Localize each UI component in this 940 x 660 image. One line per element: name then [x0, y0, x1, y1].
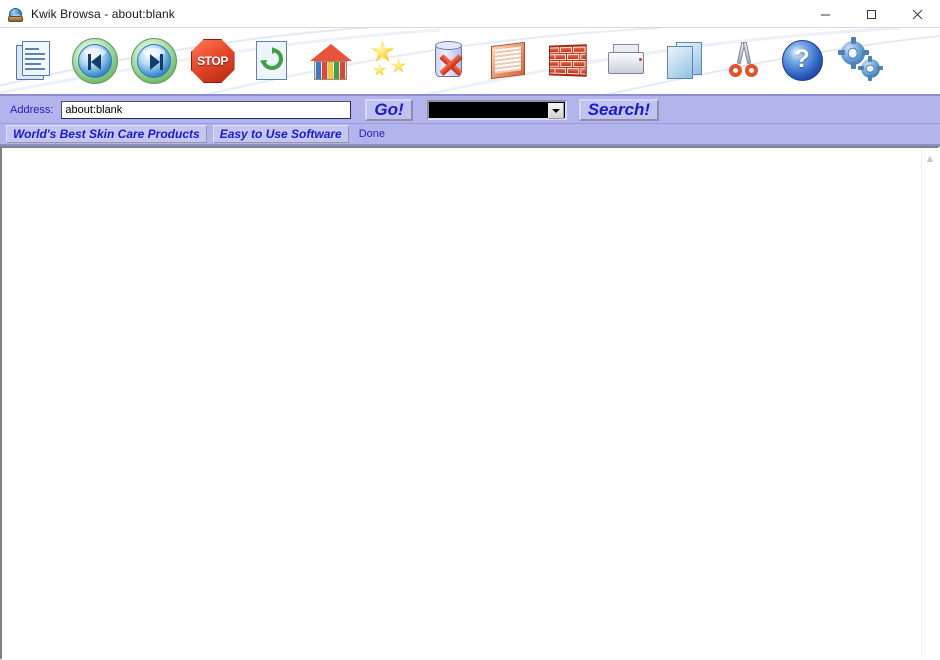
- scissors-icon: [721, 38, 767, 84]
- toolbar-button-settings[interactable]: [832, 31, 891, 91]
- minimize-icon[interactable]: [802, 0, 848, 28]
- link-easy-software[interactable]: Easy to Use Software: [212, 125, 349, 143]
- title-bar: Kwik Browsa - about:blank: [0, 0, 940, 28]
- stop-sign-icon: STOP: [190, 38, 236, 84]
- close-icon[interactable]: [894, 0, 940, 28]
- search-button[interactable]: Search!: [578, 98, 660, 121]
- browser-window: Kwik Browsa - about:blank STOP ? Address…: [0, 0, 940, 660]
- book-icon: [485, 38, 531, 84]
- help-question-icon: ?: [780, 38, 826, 84]
- toolbar-button-clear-cache[interactable]: [419, 31, 478, 91]
- toolbar-button-home[interactable]: [301, 31, 360, 91]
- toolbar-button-copy-page[interactable]: [655, 31, 714, 91]
- printer-icon: [603, 38, 649, 84]
- gears-icon: [837, 37, 885, 84]
- document-pages-icon: [13, 38, 59, 84]
- maximize-icon[interactable]: [848, 0, 894, 28]
- link-skin-care-products[interactable]: World's Best Skin Care Products: [6, 125, 207, 143]
- address-bar: Address: Go! Search!: [0, 96, 940, 124]
- forward-arrow-icon: [130, 38, 177, 84]
- status-text: Done: [358, 128, 386, 140]
- toolbar-button-new-page[interactable]: [6, 31, 65, 91]
- refresh-recycle-icon: [249, 38, 295, 84]
- toolbar-button-cut[interactable]: [714, 31, 773, 91]
- go-button[interactable]: Go!: [365, 98, 413, 121]
- database-delete-icon: [426, 38, 472, 84]
- links-bar: World's Best Skin Care Products Easy to …: [0, 124, 940, 146]
- vertical-scrollbar[interactable]: ▲: [921, 148, 938, 658]
- house-icon: [308, 38, 354, 84]
- stars-icon: [367, 38, 413, 84]
- toolbar-button-stop[interactable]: STOP: [183, 31, 242, 91]
- address-input[interactable]: [61, 100, 352, 119]
- main-toolbar: STOP ?: [0, 28, 940, 96]
- toolbar-button-firewall[interactable]: [537, 31, 596, 91]
- stop-sign-label: STOP: [197, 54, 228, 68]
- toolbar-button-print[interactable]: [596, 31, 655, 91]
- search-engine-combobox[interactable]: [426, 99, 567, 120]
- copy-pages-icon: [662, 38, 708, 84]
- chevron-up-icon[interactable]: ▲: [925, 154, 936, 165]
- toolbar-button-history[interactable]: [478, 31, 537, 91]
- page-body: [2, 148, 921, 658]
- toolbar-button-back[interactable]: [65, 31, 124, 91]
- chevron-down-icon[interactable]: [547, 102, 564, 119]
- back-arrow-icon: [71, 38, 118, 84]
- globe-icon: [8, 6, 24, 22]
- toolbar-button-help[interactable]: ?: [773, 31, 832, 91]
- address-label: Address:: [10, 103, 54, 116]
- window-title: Kwik Browsa - about:blank: [31, 6, 175, 21]
- toolbar-button-forward[interactable]: [124, 31, 183, 91]
- brick-wall-icon: [544, 38, 590, 84]
- content-area: ▲: [0, 146, 940, 660]
- window-controls: [802, 0, 940, 28]
- toolbar-button-favorites[interactable]: [360, 31, 419, 91]
- toolbar-button-refresh[interactable]: [242, 31, 301, 91]
